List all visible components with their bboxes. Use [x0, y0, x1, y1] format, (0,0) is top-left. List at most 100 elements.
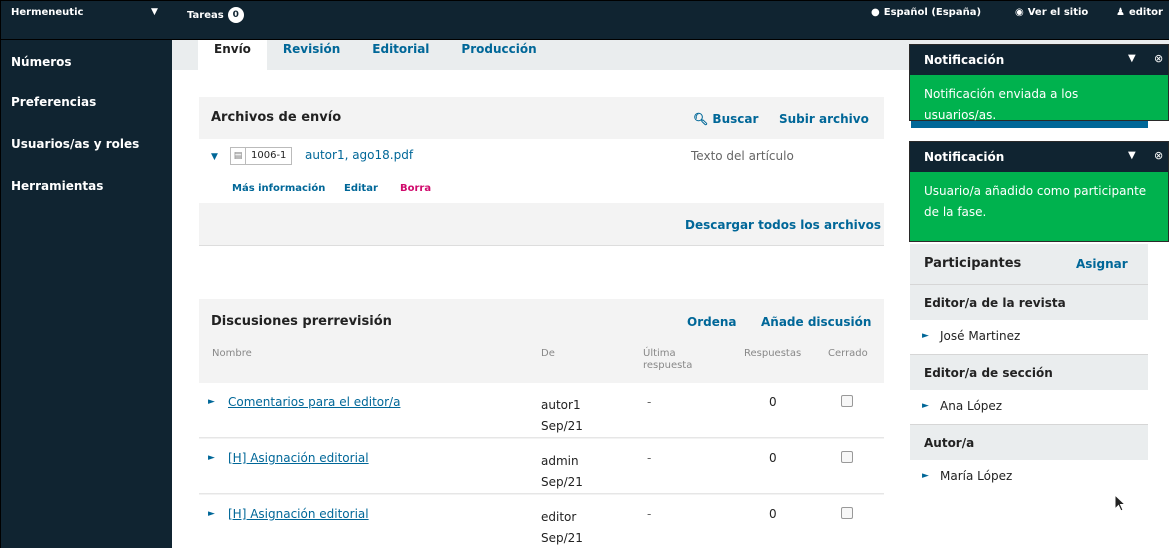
- discussions-header: Discusiones prerrevisión Ordena Añade di…: [199, 299, 884, 341]
- col-from: De: [541, 348, 555, 359]
- group-header: Editor/a de sección: [910, 354, 1148, 390]
- discussions-panel: Discusiones prerrevisión Ordena Añade di…: [199, 299, 884, 548]
- participants-title: Participantes: [924, 256, 1022, 271]
- col-replies: Respuestas: [744, 348, 802, 359]
- participant-item[interactable]: ► Ana López: [910, 390, 1148, 424]
- closed-checkbox[interactable]: [841, 451, 853, 463]
- discussion-link[interactable]: [H] Asignación editorial: [228, 451, 369, 465]
- globe-icon: ●: [871, 7, 880, 18]
- notification-body: Usuario/a añadido como participante de l…: [924, 184, 1147, 219]
- mouse-cursor-icon: [1114, 494, 1126, 512]
- sidebar-item-numeros[interactable]: Números: [11, 55, 72, 69]
- from-cell: editor Sep/21: [541, 507, 583, 548]
- discussions-column-headers: Nombre De Última respuesta Respuestas Ce…: [199, 341, 884, 383]
- participants-panel: Participantes Asignar Editor/a de la rev…: [910, 244, 1148, 496]
- participant-name: José Martinez: [940, 329, 1021, 343]
- pin-icon[interactable]: ▼: [1128, 150, 1136, 161]
- delete-link[interactable]: Borra: [400, 183, 431, 194]
- expand-triangle-icon[interactable]: ►: [922, 401, 929, 411]
- from-cell: admin Sep/21: [541, 451, 583, 493]
- journal-switcher[interactable]: Hermeneutic: [11, 7, 83, 18]
- group-label: Editor/a de la revista: [924, 296, 1066, 310]
- discussions-title: Discusiones prerrevisión: [211, 314, 392, 329]
- expand-triangle-icon[interactable]: ►: [208, 453, 215, 463]
- from-date: Sep/21: [541, 531, 583, 545]
- replies-count: 0: [769, 507, 777, 521]
- upload-file-button[interactable]: Subir archivo: [779, 112, 869, 126]
- last-reply: -: [647, 507, 652, 521]
- tasks-button[interactable]: Tareas 0: [187, 7, 244, 23]
- more-info-link[interactable]: Más información: [232, 183, 325, 194]
- submission-files-header: Archivos de envío 🔍︎ Buscar Subir archiv…: [199, 97, 884, 139]
- replies-count: 0: [769, 395, 777, 409]
- pin-icon[interactable]: ▼: [1128, 53, 1136, 64]
- close-icon[interactable]: ⊗: [1154, 149, 1163, 162]
- last-reply: -: [647, 451, 652, 465]
- group-header: Editor/a de la revista: [910, 284, 1148, 320]
- file-row: ▼ ▤ 1006-1 autor1, ago18.pdf Texto del a…: [199, 139, 884, 203]
- col-last-reply-line1: Última: [643, 348, 676, 359]
- expand-triangle-icon[interactable]: ▼: [211, 152, 218, 162]
- search-label: Buscar: [712, 112, 759, 126]
- col-last-reply-line2: respuesta: [643, 360, 693, 371]
- discussion-link[interactable]: Comentarios para el editor/a: [228, 395, 400, 409]
- sidebar-item-herramientas[interactable]: Herramientas: [11, 179, 103, 193]
- download-all-button[interactable]: Descargar todos los archivos: [685, 218, 881, 232]
- group-header: Autor/a: [910, 424, 1148, 460]
- table-row: ► Comentarios para el editor/a autor1 Sep…: [199, 383, 884, 438]
- file-name-link[interactable]: autor1, ago18.pdf: [305, 148, 413, 162]
- participant-item[interactable]: ► José Martinez: [910, 320, 1148, 354]
- language-menu[interactable]: ● Español (España): [871, 7, 981, 18]
- notification-body: Notificación enviada a los usuarios/as.: [924, 87, 1079, 122]
- col-closed: Cerrado: [828, 348, 868, 359]
- add-discussion-button[interactable]: Añade discusión: [761, 315, 871, 329]
- expand-triangle-icon[interactable]: ►: [922, 471, 929, 481]
- from-date: Sep/21: [541, 475, 583, 489]
- group-label: Autor/a: [924, 436, 975, 450]
- file-icon: ▤: [230, 147, 246, 165]
- notification-header: Notificación ▼ ⊗: [910, 142, 1168, 172]
- search-icon: 🔍︎: [693, 112, 709, 126]
- sidebar-item-preferencias[interactable]: Preferencias: [11, 95, 96, 109]
- tab-editorial[interactable]: Editorial: [356, 40, 445, 70]
- edit-link[interactable]: Editar: [344, 183, 378, 194]
- discussion-link[interactable]: [H] Asignación editorial: [228, 507, 369, 521]
- notification-title: Notificación: [924, 150, 1005, 164]
- file-id: 1006-1: [246, 147, 293, 165]
- close-icon[interactable]: ⊗: [1154, 52, 1163, 65]
- closed-checkbox[interactable]: [841, 395, 853, 407]
- assign-button[interactable]: Asignar: [1076, 257, 1128, 271]
- tab-envio[interactable]: Envío: [198, 40, 267, 70]
- tab-revision[interactable]: Revisión: [267, 40, 356, 70]
- sidebar: Números Preferencias Usuarios/as y roles…: [0, 40, 172, 548]
- top-navbar: Hermeneutic ▼ Tareas 0 ● Español (España…: [0, 0, 1169, 40]
- replies-count: 0: [769, 451, 777, 465]
- search-button[interactable]: 🔍︎ Buscar: [693, 112, 758, 126]
- notification-title: Notificación: [924, 53, 1005, 67]
- from-user: editor: [541, 510, 577, 524]
- participant-name: Ana López: [940, 399, 1003, 413]
- tasks-count-badge: 0: [227, 7, 244, 23]
- user-menu[interactable]: ♟ editor: [1116, 7, 1163, 18]
- participant-item[interactable]: ► María López: [910, 460, 1148, 494]
- group-label: Editor/a de sección: [924, 366, 1053, 380]
- col-name: Nombre: [212, 348, 252, 359]
- expand-triangle-icon[interactable]: ►: [208, 397, 215, 407]
- from-user: admin: [541, 454, 579, 468]
- participants-header: Participantes Asignar: [910, 244, 1148, 284]
- expand-triangle-icon[interactable]: ►: [208, 509, 215, 519]
- sidebar-item-usuarios[interactable]: Usuarios/as y roles: [11, 137, 139, 151]
- submission-files-footer: Descargar todos los archivos: [199, 203, 884, 245]
- expand-triangle-icon[interactable]: ►: [922, 331, 929, 341]
- tasks-label: Tareas: [187, 9, 224, 21]
- notification-toast: Notificación ▼ ⊗ Notificación enviada a …: [909, 44, 1169, 122]
- table-row: ► [H] Asignación editorial editor Sep/21 …: [199, 495, 884, 548]
- table-row: ► [H] Asignación editorial admin Sep/21 -…: [199, 439, 884, 494]
- closed-checkbox[interactable]: [841, 507, 853, 519]
- tab-produccion[interactable]: Producción: [445, 40, 552, 70]
- notification-header: Notificación ▼ ⊗: [910, 45, 1168, 75]
- user-icon: ♟: [1116, 7, 1125, 18]
- caret-down-icon[interactable]: ▼: [151, 7, 158, 17]
- view-site-link[interactable]: ◉ Ver el sitio: [1015, 7, 1088, 18]
- order-button[interactable]: Ordena: [687, 315, 737, 329]
